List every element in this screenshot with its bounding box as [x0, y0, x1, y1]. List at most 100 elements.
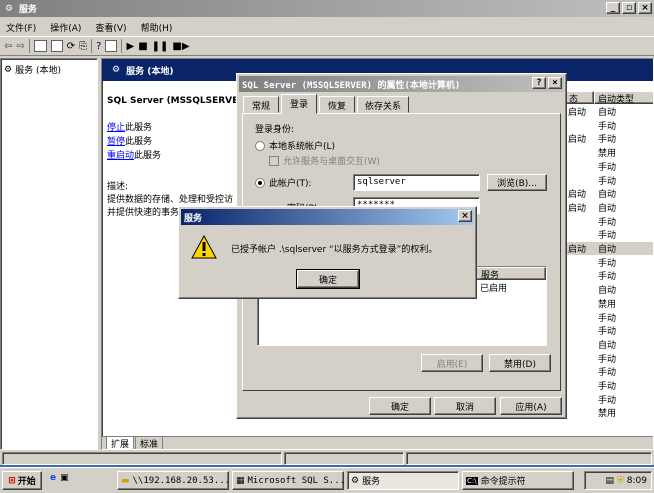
table-row[interactable]: 手动 [564, 160, 653, 173]
apply-button[interactable]: 应用(A) [500, 397, 562, 415]
close-button[interactable]: × [638, 2, 652, 14]
refresh-icon[interactable]: ⟳ [67, 41, 75, 52]
tab-logon[interactable]: 登录 [281, 94, 317, 114]
startup-type-cell: 手动 [598, 354, 617, 365]
task-cmd[interactable]: C:\ 命令提示符 [462, 471, 574, 490]
table-row[interactable]: 手动 [564, 311, 653, 324]
export-icon[interactable]: ⎘ [79, 41, 87, 52]
table-row[interactable]: 启动 自动 [564, 201, 653, 214]
view-tabs: 扩展 标准 [102, 436, 653, 449]
pause-service-link[interactable]: 暂停 [107, 137, 125, 147]
table-row[interactable]: 手动 [564, 269, 653, 282]
properties-titlebar[interactable]: SQL Server (MSSQLSERVER) 的属性(本地计算机) ? × [239, 76, 564, 92]
help-button[interactable]: ? [532, 77, 546, 89]
table-row[interactable]: 启动 自动 [564, 187, 653, 200]
menu-view[interactable]: 查看(V) [95, 21, 126, 34]
ie-icon[interactable]: e [50, 473, 56, 483]
table-row[interactable]: 手动 [564, 379, 653, 392]
local-system-radio[interactable] [255, 140, 265, 151]
table-row[interactable]: 手动 [564, 393, 653, 406]
disable-button[interactable]: 禁用(D) [489, 354, 551, 372]
quick-launch: e ▣ [50, 473, 69, 483]
services-icon: ⚙ [4, 3, 14, 14]
tab-recovery[interactable]: 恢复 [319, 96, 355, 113]
table-row[interactable]: 手动 [564, 352, 653, 365]
tab-standard[interactable]: 标准 [135, 437, 164, 449]
task-label: 命令提示符 [480, 477, 526, 487]
table-row[interactable]: 手动 [564, 228, 653, 241]
startup-type-cell: 手动 [598, 382, 617, 392]
pause-icon[interactable]: ❚❚ [152, 41, 169, 52]
table-row[interactable]: 手动 [564, 324, 653, 337]
desktop-icon[interactable]: ▣ [60, 473, 69, 483]
table-row[interactable]: 禁用 [564, 406, 653, 419]
enable-button[interactable]: 启用(E) [421, 354, 483, 372]
menu-help[interactable]: 帮助(H) [141, 21, 173, 34]
startup-type-cell: 手动 [598, 327, 617, 337]
table-row[interactable]: 手动 [564, 256, 653, 269]
startup-type-cell: 手动 [598, 395, 617, 406]
close-button[interactable]: × [548, 77, 562, 89]
ok-button[interactable]: 确定 [369, 397, 431, 415]
menu-file[interactable]: 文件(F) [6, 21, 36, 34]
startup-type-cell: 手动 [598, 258, 617, 269]
task-explorer[interactable]: ▬ \\192.168.20.53... [117, 471, 230, 490]
network-icon[interactable]: ▤ [606, 476, 615, 486]
column-status[interactable]: 态 [564, 91, 594, 105]
stop-icon[interactable]: ■ [138, 41, 147, 52]
browse-button[interactable]: 浏览(B)... [487, 174, 547, 191]
table-row[interactable]: 启动 自动 [564, 242, 653, 255]
tab-general[interactable]: 常规 [243, 96, 279, 113]
table-row[interactable]: 禁用 [564, 146, 653, 159]
table-row[interactable]: 手动 [564, 365, 653, 378]
shield-icon[interactable]: ⛨ [617, 476, 624, 486]
maximize-button[interactable]: ▫ [622, 2, 636, 14]
cancel-button[interactable]: 取消 [434, 397, 496, 415]
ok-button[interactable]: 确定 [296, 269, 360, 289]
table-row[interactable]: 启动 自动 [564, 105, 653, 118]
this-account-radio[interactable] [255, 177, 265, 188]
list-header: 态 启动类型 [564, 91, 653, 105]
help-icon[interactable]: ? [96, 41, 101, 52]
back-icon[interactable]: ⇦ [4, 41, 12, 52]
tab-dependencies[interactable]: 依存关系 [357, 96, 409, 113]
table-row[interactable]: 禁用 [564, 297, 653, 310]
description-label: 描述: [107, 182, 129, 192]
restart-service-link[interactable]: 重启动 [107, 151, 134, 161]
menu-bar: 文件(F) 操作(A) 查看(V) 帮助(H) [6, 21, 186, 34]
table-row[interactable]: 手动 [564, 174, 653, 187]
table-row[interactable]: 手动 [564, 215, 653, 228]
main-titlebar[interactable]: ⚙ 服务 _ ▫ × [0, 0, 654, 17]
minimize-button[interactable]: _ [606, 2, 620, 14]
restart-icon[interactable]: ■▶ [172, 41, 189, 52]
tree-item-services-local[interactable]: 服务 (本地) [15, 63, 61, 76]
start-button[interactable]: ⊞ 开始 [2, 471, 42, 490]
task-services[interactable]: ⚙ 服务 [347, 471, 459, 490]
table-row[interactable]: 手动 [564, 119, 653, 132]
message-titlebar[interactable]: 服务 × [181, 209, 474, 225]
startup-type-cell: 手动 [598, 368, 617, 378]
account-input[interactable]: sqlserver [353, 174, 480, 191]
table-row[interactable]: 自动 [564, 283, 653, 296]
table-row[interactable]: 启动 手动 [564, 132, 653, 145]
forward-icon[interactable]: ⇨ [16, 41, 24, 52]
allow-desktop-label: 允许服务与桌面交互(W) [283, 157, 380, 167]
message-title: 服务 [184, 213, 203, 224]
startup-type-cell: 禁用 [598, 409, 617, 419]
allow-desktop-checkbox[interactable] [269, 155, 279, 166]
column-startup-type[interactable]: 启动类型 [594, 91, 653, 105]
this-account-label: 此帐户(T): [269, 179, 312, 189]
task-sql-server[interactable]: ▦ Microsoft SQL S... [232, 471, 345, 490]
tab-extended[interactable]: 扩展 [106, 437, 135, 449]
properties-icon[interactable] [50, 40, 63, 52]
menu-action[interactable]: 操作(A) [50, 21, 81, 34]
console-tree-icon[interactable] [33, 40, 47, 52]
startup-type-cell: 手动 [598, 135, 617, 145]
play-icon[interactable]: ▶ [126, 41, 134, 52]
console-icon[interactable] [105, 40, 118, 52]
table-row[interactable]: 自动 [564, 338, 653, 351]
startup-type-cell: 自动 [598, 203, 617, 214]
column-service[interactable]: 服务 [476, 267, 546, 281]
close-button[interactable]: × [458, 210, 472, 222]
stop-service-link[interactable]: 停止 [107, 123, 125, 133]
